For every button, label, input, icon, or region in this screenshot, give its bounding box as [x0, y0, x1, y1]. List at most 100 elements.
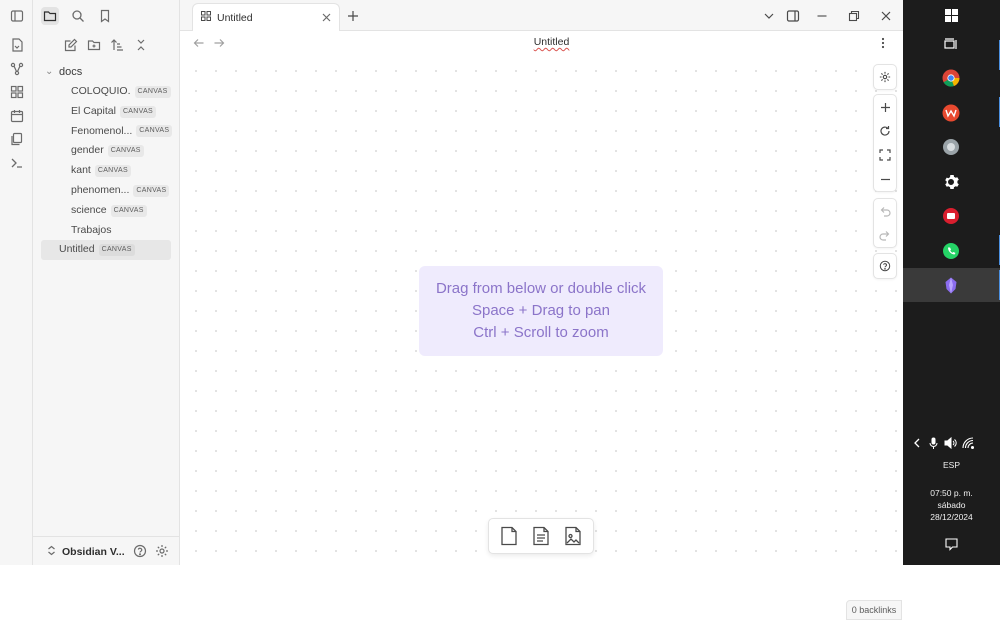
- file-name: science: [71, 203, 107, 216]
- file-item[interactable]: COLOQUIO. CANVAS: [33, 82, 180, 102]
- file-type-tag: CANVAS: [107, 145, 144, 158]
- new-folder-icon[interactable]: [85, 36, 103, 54]
- file-item-active[interactable]: Untitled CANVAS: [41, 240, 171, 261]
- sidebar-tab-header: [10, 0, 180, 31]
- file-name: phenomen...: [71, 183, 130, 196]
- file-name: Untitled: [59, 243, 95, 256]
- collapse-all-icon[interactable]: [132, 36, 150, 54]
- file-item[interactable]: science CANVAS: [33, 201, 180, 221]
- volume-icon[interactable]: [943, 436, 957, 450]
- app-globe-icon[interactable]: [939, 135, 963, 159]
- more-options-icon[interactable]: [874, 34, 892, 52]
- clock-day: sábado: [937, 500, 966, 510]
- toggle-right-sidebar-icon[interactable]: [784, 7, 802, 25]
- hint-line: Space + Drag to pan: [471, 302, 610, 319]
- file-item[interactable]: kant CANVAS: [33, 161, 180, 181]
- add-card-icon[interactable]: [496, 523, 522, 549]
- wifi-icon[interactable]: [961, 436, 975, 450]
- wps-office-icon[interactable]: [939, 101, 963, 125]
- canvas-settings-gear-icon[interactable]: [874, 65, 896, 89]
- new-note-icon[interactable]: [62, 36, 80, 54]
- search-icon[interactable]: [69, 7, 87, 25]
- folder-docs[interactable]: ⌄ docs: [33, 62, 180, 82]
- file-name: gender: [71, 144, 104, 157]
- settings-gear-icon[interactable]: [154, 543, 170, 559]
- open-quick-switcher-icon[interactable]: [8, 36, 25, 53]
- file-item[interactable]: phenomen... CANVAS: [33, 181, 180, 201]
- canvas-card-toolbar: [488, 518, 594, 554]
- bookmarks-icon[interactable]: [96, 7, 114, 25]
- zoom-to-fit-icon[interactable]: [874, 143, 896, 167]
- tab-untitled[interactable]: Untitled: [192, 3, 340, 31]
- view-title[interactable]: Untitled: [180, 36, 923, 48]
- minimize-icon[interactable]: [813, 7, 831, 25]
- canvas-icon[interactable]: [8, 83, 25, 100]
- canvas-help-icon[interactable]: [874, 254, 896, 278]
- notification-center-icon[interactable]: [943, 536, 959, 552]
- restore-icon[interactable]: [845, 7, 863, 25]
- file-item[interactable]: El Capital CANVAS: [33, 102, 180, 122]
- whatsapp-icon[interactable]: [939, 239, 963, 263]
- file-type-tag: CANVAS: [119, 105, 157, 118]
- file-item[interactable]: gender CANVAS: [33, 141, 180, 161]
- task-view-icon[interactable]: [939, 32, 963, 56]
- chevron-down-icon: ⌄: [45, 66, 54, 77]
- add-media-icon[interactable]: [560, 523, 586, 549]
- terminal-icon[interactable]: [8, 154, 25, 171]
- vault-name: Obsidian V...: [62, 546, 125, 558]
- show-hidden-chevron-left-icon[interactable]: [910, 436, 924, 450]
- close-tab-icon[interactable]: [319, 10, 333, 24]
- file-name: El Capital: [71, 104, 116, 117]
- canvas-area[interactable]: Drag from below or double click Space + …: [180, 55, 903, 620]
- graph-view-icon[interactable]: [8, 60, 25, 77]
- app-red-icon[interactable]: [939, 204, 963, 228]
- undo-icon[interactable]: [874, 199, 896, 223]
- file-type-tag: CANVAS: [133, 184, 170, 197]
- file-explorer-actions: [33, 34, 180, 56]
- files-tab-folder-icon[interactable]: [41, 7, 59, 25]
- file-tree: ⌄ docs COLOQUIO. CANVAS El Capital CANVAS …: [33, 62, 180, 261]
- sort-icon[interactable]: [108, 36, 126, 54]
- obsidian-taskbar-icon[interactable]: [939, 273, 963, 297]
- sidebar-toggle-icon[interactable]: [8, 7, 26, 25]
- reset-zoom-icon[interactable]: [874, 119, 896, 143]
- add-note-from-vault-icon[interactable]: [528, 523, 554, 549]
- chevron-up-down-icon: [47, 545, 56, 559]
- file-item[interactable]: Trabajos: [33, 221, 180, 241]
- left-ribbon: [0, 0, 33, 565]
- obsidian-window: ⌄ docs COLOQUIO. CANVAS El Capital CANVAS …: [0, 0, 903, 620]
- tab-list-chevron-down-icon[interactable]: [760, 7, 778, 25]
- calendar-icon[interactable]: [8, 107, 25, 124]
- vault-switcher[interactable]: Obsidian V...: [47, 545, 125, 559]
- clock-date: 28/12/2024: [930, 512, 973, 522]
- chrome-icon[interactable]: [939, 66, 963, 90]
- system-tray: [903, 436, 1000, 452]
- file-type-tag: CANVAS: [98, 244, 135, 257]
- zoom-out-minus-icon[interactable]: [874, 167, 896, 191]
- folder-label: docs: [59, 66, 83, 78]
- windows-taskbar: ESP 07:50 p. m. sábado 28/12/2024: [903, 0, 1000, 565]
- input-language[interactable]: ESP: [903, 460, 1000, 470]
- help-icon[interactable]: [132, 543, 148, 559]
- vault-switcher-bar: Obsidian V...: [33, 536, 180, 565]
- backlinks-status[interactable]: 0 backlinks: [846, 600, 902, 620]
- templates-icon[interactable]: [8, 130, 25, 147]
- canvas-icon: [201, 11, 211, 24]
- file-item[interactable]: Fenomenol... CANVAS: [33, 122, 180, 142]
- zoom-in-plus-icon[interactable]: [874, 95, 896, 119]
- file-name: Trabajos: [71, 223, 112, 236]
- microphone-icon[interactable]: [926, 436, 940, 450]
- clock[interactable]: 07:50 p. m. sábado 28/12/2024: [903, 487, 1000, 523]
- canvas-settings-group: [873, 64, 897, 90]
- new-tab-plus-icon[interactable]: [344, 7, 362, 25]
- tab-bar: Untitled: [180, 0, 903, 31]
- windows-start-icon[interactable]: [939, 3, 963, 27]
- clock-time: 07:50 p. m.: [930, 488, 973, 498]
- file-name: COLOQUIO.: [71, 85, 131, 97]
- settings-gear-taskbar-icon[interactable]: [939, 170, 963, 194]
- file-type-tag: CANVAS: [110, 204, 147, 217]
- redo-icon[interactable]: [874, 223, 896, 247]
- hint-line: Ctrl + Scroll to zoom: [473, 324, 609, 341]
- close-window-icon[interactable]: [877, 7, 895, 25]
- file-type-tag: CANVAS: [134, 85, 171, 98]
